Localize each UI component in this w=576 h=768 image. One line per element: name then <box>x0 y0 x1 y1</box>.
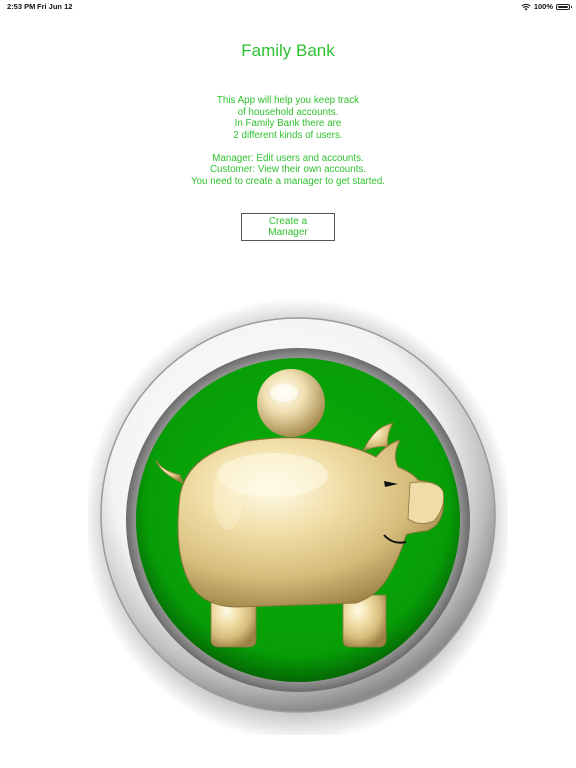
battery-icon <box>556 3 572 10</box>
role-line: Customer: View their own accounts. <box>209 164 367 175</box>
intro-line: In Family Bank there are <box>234 118 342 129</box>
piggy-bank-coin-logo <box>88 298 508 735</box>
battery-percentage: 100% <box>533 2 553 11</box>
intro-spacer <box>0 141 576 153</box>
wifi-icon <box>521 3 531 10</box>
coin <box>257 369 325 437</box>
role-line: You need to create a manager to get star… <box>190 175 386 187</box>
status-indicators: 100% <box>521 2 572 11</box>
status-time: 2:53 PM <box>7 2 36 11</box>
role-line: Manager: Edit users and accounts. <box>212 152 364 164</box>
status-bar: 2:53 PM Fri Jun 12 100% <box>0 0 576 14</box>
intro-line: This App will help you keep track <box>216 95 360 106</box>
intro-line: 2 different kinds of users. <box>233 129 343 141</box>
status-date: Fri Jun 12 <box>37 2 73 11</box>
create-manager-button[interactable]: Create a Manager <box>241 213 335 241</box>
intro-text: This App will help you keep track of hou… <box>0 95 576 187</box>
welcome-screen: 2:53 PM Fri Jun 12 100% Family Bank This… <box>0 0 576 768</box>
page-title: Family Bank <box>241 41 335 60</box>
intro-line: of household accounts. <box>237 106 339 118</box>
